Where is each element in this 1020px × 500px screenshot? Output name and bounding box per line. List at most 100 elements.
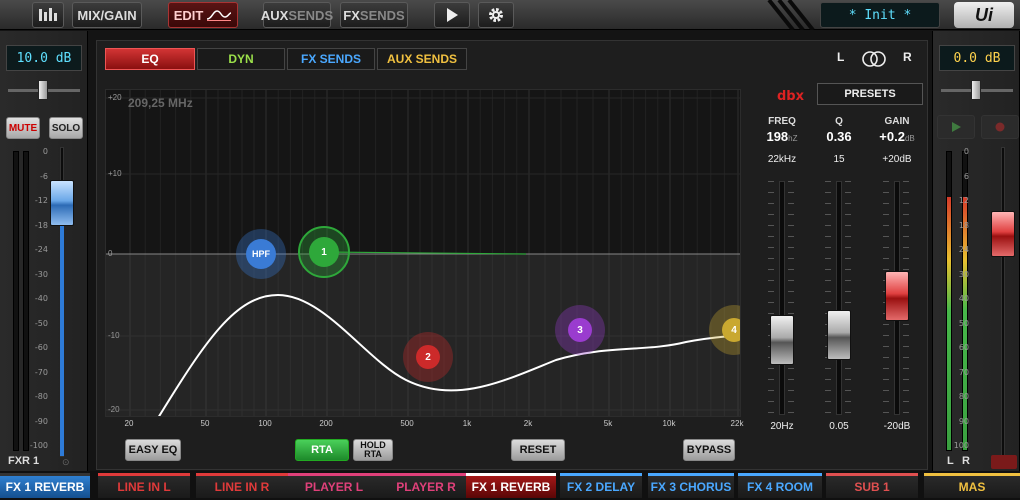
link-left-label: L bbox=[837, 50, 845, 64]
param-freq-value: 198hZ bbox=[752, 129, 812, 144]
eq-x-label: 2k bbox=[523, 419, 533, 428]
channel-tab[interactable]: FX 1 REVERB bbox=[466, 473, 556, 498]
tab-dyn[interactable]: DYN bbox=[197, 48, 285, 70]
left-channel-strip: 10.0 dB MUTE SOLO 0 -6 -12 -18 -24 -30 -40 -50 -… bbox=[0, 31, 88, 471]
eq-panel: EQ DYN FX SENDS AUX SENDS L R 209,25 MHz +2… bbox=[96, 40, 928, 470]
channel-tab[interactable]: FX 4 ROOM bbox=[738, 473, 822, 498]
gear-icon bbox=[489, 8, 503, 22]
record-icon bbox=[995, 122, 1005, 132]
left-gain-display[interactable]: 10.0 dB bbox=[6, 45, 82, 71]
param-gain-value: +0.2dB bbox=[867, 129, 927, 144]
eq-y-label: +10 bbox=[108, 169, 122, 178]
scale-tick-label: 30 bbox=[958, 269, 969, 279]
param-max-label: +20dB bbox=[882, 154, 912, 165]
channel-tab[interactable]: FX 1 REVERB bbox=[0, 473, 90, 498]
channel-tab[interactable]: MAS bbox=[924, 473, 1020, 498]
channel-selector-bar: FX 1 REVERB LINE IN L LINE IN R PLAYER L PLA… bbox=[0, 471, 1020, 500]
eq-y-label: -20 bbox=[108, 405, 120, 414]
edit-button[interactable]: EDIT bbox=[168, 2, 238, 28]
scale-tick-label: 18 bbox=[958, 220, 969, 230]
param-gain-fader-cap[interactable] bbox=[885, 270, 909, 321]
reset-button[interactable]: RESET bbox=[511, 439, 565, 461]
eq-x-axis: 20 50 100 200 500 1k 2k 5k 10k 22k bbox=[105, 89, 744, 428]
show-status-display[interactable]: * Init * bbox=[820, 2, 940, 28]
play-small-icon bbox=[952, 122, 961, 132]
left-meter-r bbox=[23, 151, 29, 451]
right-fader-track[interactable] bbox=[1001, 147, 1005, 457]
scale-tick-label: -100 bbox=[29, 441, 48, 450]
bypass-button[interactable]: BYPASS bbox=[683, 439, 735, 461]
scale-tick-label: 0 bbox=[963, 147, 969, 156]
record-button[interactable] bbox=[981, 115, 1019, 139]
rta-button[interactable]: RTA bbox=[295, 439, 349, 461]
master-left-label: L bbox=[947, 455, 954, 467]
channel-tab[interactable]: FX 2 DELAY bbox=[560, 473, 642, 498]
hold-rta-button[interactable]: HOLD RTA bbox=[353, 439, 393, 461]
tab-aux-sends[interactable]: AUX SENDS bbox=[377, 48, 467, 70]
left-fader-fill bbox=[60, 191, 64, 456]
ui-logo: Ui bbox=[954, 2, 1014, 28]
param-freq-fader-cap[interactable] bbox=[770, 315, 794, 366]
param-max-label: 15 bbox=[833, 154, 845, 165]
param-q-value: 0.36 bbox=[809, 129, 869, 144]
channel-tab[interactable]: SUB 1 bbox=[826, 473, 918, 498]
left-pan-knob[interactable] bbox=[38, 80, 48, 100]
param-freq-name: FREQ bbox=[768, 116, 796, 127]
edit-label: EDIT bbox=[173, 7, 204, 23]
tab-fx-sends[interactable]: FX SENDS bbox=[287, 48, 375, 70]
param-fader-track[interactable] bbox=[836, 181, 842, 415]
right-pan-knob[interactable] bbox=[971, 80, 981, 100]
right-channel-strip: 0.0 dB 0 6 12 18 24 30 40 50 60 70 80 90 100 L R bbox=[932, 31, 1020, 471]
aux-sends-button[interactable]: AUX SENDS bbox=[261, 2, 333, 28]
channel-tab[interactable]: PLAYER R bbox=[380, 473, 472, 498]
param-gain-name: GAIN bbox=[884, 116, 910, 127]
channel-tab[interactable]: PLAYER L bbox=[288, 473, 380, 498]
eq-band-hpf-handle[interactable]: HPF bbox=[236, 229, 286, 279]
play-transport-button[interactable] bbox=[937, 115, 975, 139]
tab-eq[interactable]: EQ bbox=[105, 48, 195, 70]
stereo-link-icon[interactable] bbox=[859, 50, 889, 68]
eq-y-label: 0 bbox=[108, 249, 113, 258]
eq-band-label: 2 bbox=[416, 345, 440, 369]
play-button[interactable] bbox=[434, 2, 470, 28]
menu-bars-icon[interactable] bbox=[32, 2, 64, 28]
eq-band-label: 3 bbox=[568, 318, 592, 342]
param-value-number: +0.2 bbox=[879, 129, 905, 144]
fx-sends-button[interactable]: FX SENDS bbox=[340, 2, 408, 28]
master-meter-l bbox=[946, 151, 952, 451]
channel-tab[interactable]: FX 3 CHORUS bbox=[648, 473, 734, 498]
scale-tick-label: 70 bbox=[958, 367, 969, 377]
eq-band-1-handle[interactable]: 1 bbox=[298, 226, 350, 278]
left-fader-cap[interactable] bbox=[50, 179, 74, 226]
scale-tick-label: 6 bbox=[963, 171, 969, 181]
param-value-unit: hZ bbox=[788, 134, 798, 143]
scale-tick-label: -40 bbox=[34, 294, 48, 303]
left-strip-name: FXR 1 bbox=[8, 455, 40, 467]
easy-eq-button[interactable]: EASY EQ bbox=[125, 439, 181, 461]
mix-gain-button[interactable]: MIX/GAIN bbox=[72, 2, 142, 28]
eq-x-label: 50 bbox=[200, 419, 210, 428]
scale-tick-label: -60 bbox=[34, 343, 48, 352]
eq-band-2-handle[interactable]: 2 bbox=[403, 332, 453, 382]
right-fader-cap[interactable] bbox=[991, 210, 1015, 257]
channel-tab[interactable]: LINE IN L bbox=[98, 473, 190, 498]
eq-graph[interactable]: 209,25 MHz +20 +10 0 -10 -20 HPF 1 2 3 4 bbox=[105, 89, 741, 417]
presets-button[interactable]: PRESETS bbox=[817, 83, 923, 105]
scale-tick-label: -50 bbox=[34, 318, 48, 328]
param-q-fader-cap[interactable] bbox=[827, 310, 851, 361]
scale-tick-label: 90 bbox=[958, 416, 969, 426]
settings-button[interactable] bbox=[478, 2, 514, 28]
channel-tab[interactable]: LINE IN R bbox=[196, 473, 288, 498]
play-icon bbox=[447, 8, 458, 22]
scale-tick-label: -18 bbox=[34, 220, 48, 230]
fx-sends-label-a: FX bbox=[343, 7, 360, 23]
right-fader-scale: 0 6 12 18 24 30 40 50 60 70 80 90 100 bbox=[954, 147, 969, 457]
link-right-label: R bbox=[903, 50, 912, 64]
param-fader-track[interactable] bbox=[779, 181, 785, 415]
mute-button[interactable]: MUTE bbox=[6, 117, 40, 139]
right-gain-display[interactable]: 0.0 dB bbox=[939, 45, 1015, 71]
scale-tick-label: -70 bbox=[34, 367, 48, 377]
eq-band-3-handle[interactable]: 3 bbox=[555, 305, 605, 355]
param-min-label: 0.05 bbox=[829, 421, 849, 432]
solo-button[interactable]: SOLO bbox=[49, 117, 83, 139]
